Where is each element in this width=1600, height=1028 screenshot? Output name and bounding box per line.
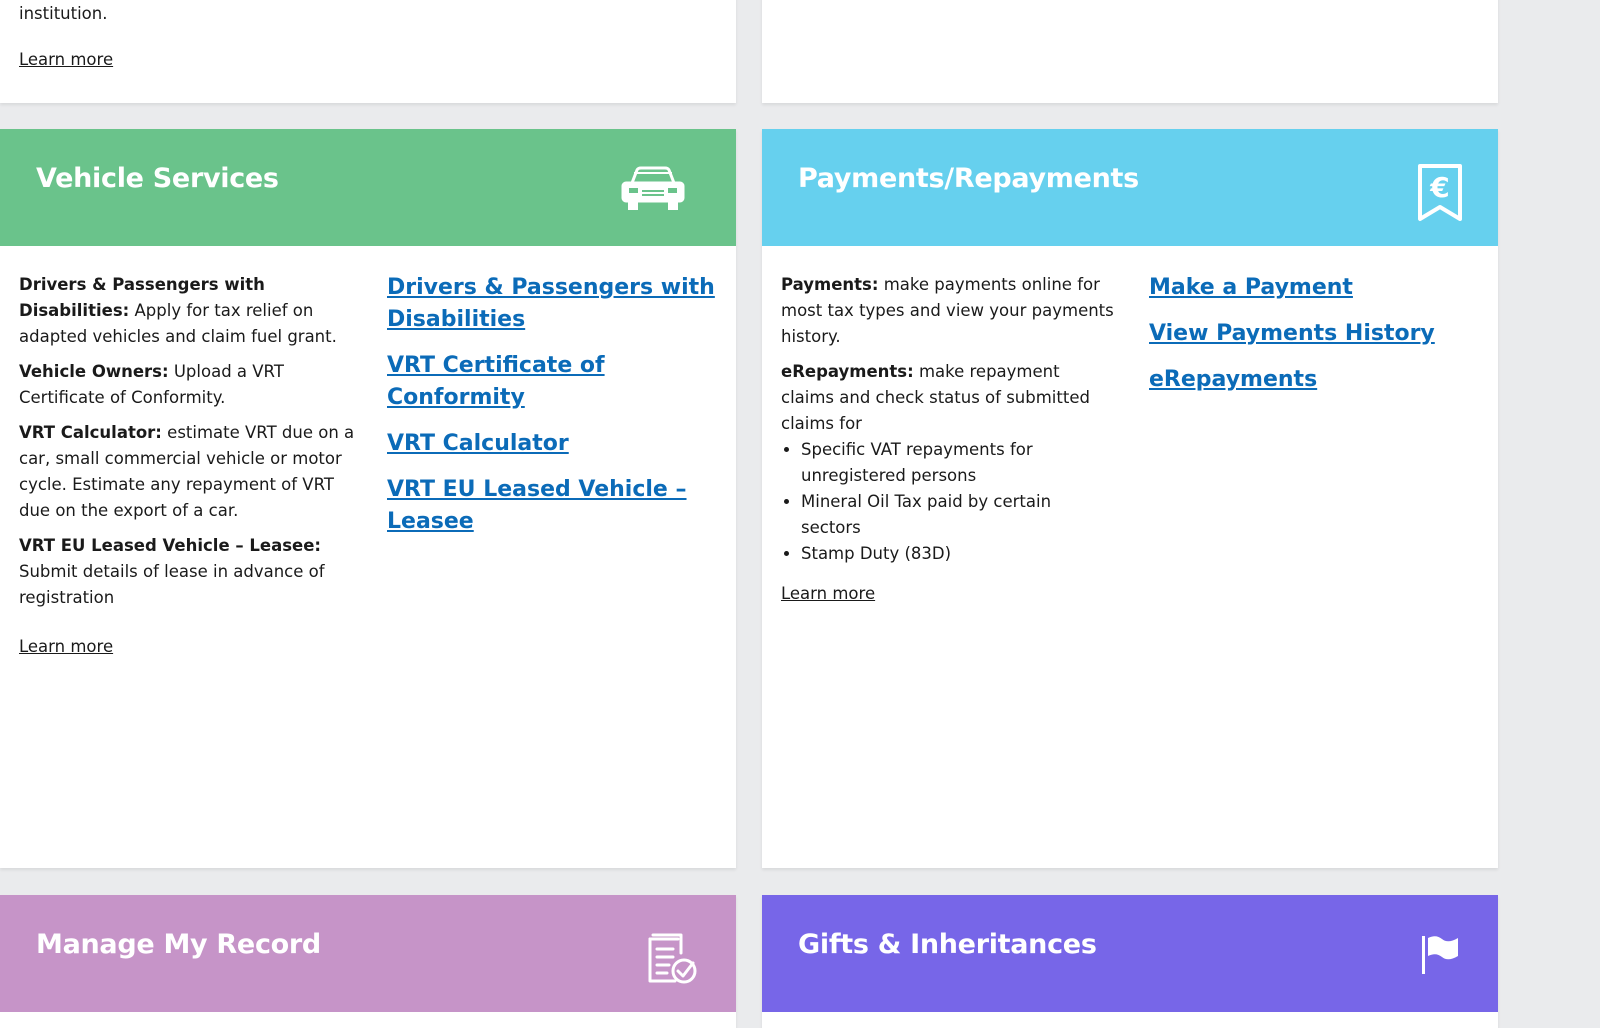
payments-repayments-links: Make a Payment View Payments History eRe… — [1149, 272, 1479, 410]
desc-item-label: Vehicle Owners: — [19, 362, 169, 381]
learn-more-link[interactable]: Learn more — [19, 634, 113, 660]
desc-item: Vehicle Owners: Upload a VRT Certificate… — [19, 359, 359, 411]
learn-more-link[interactable]: Learn more — [19, 47, 113, 73]
vehicle-services-header: Vehicle Services — [0, 129, 736, 246]
list-item: Stamp Duty (83D) — [801, 541, 1116, 567]
manage-my-record-card: Manage My Record — [0, 895, 736, 1028]
desc-item-label: VRT Calculator: — [19, 423, 162, 442]
document-check-icon — [646, 929, 698, 985]
manage-my-record-title: Manage My Record — [36, 929, 321, 960]
vehicle-services-title: Vehicle Services — [36, 163, 279, 194]
card-partial-desc: institution. Learn more — [19, 0, 359, 73]
desc-item: eRepayments: make repayment claims and c… — [781, 359, 1116, 437]
link-make-a-payment[interactable]: Make a Payment — [1149, 272, 1479, 304]
payments-repayments-header: Payments/Repayments € — [762, 129, 1498, 246]
desc-item-text: Submit details of lease in advance of re… — [19, 562, 325, 607]
vehicle-services-links: Drivers & Passengers with Disabilities V… — [387, 272, 717, 552]
list-item: Specific VAT repayments for unregistered… — [801, 437, 1116, 489]
card-partial-top-right — [762, 0, 1498, 103]
link-drivers-passengers-disabilities[interactable]: Drivers & Passengers with Disabilities — [387, 272, 717, 336]
desc-item-label: Payments: — [781, 275, 879, 294]
vehicle-services-description: Drivers & Passengers with Disabilities: … — [19, 272, 359, 660]
trailing-text: institution. — [19, 4, 108, 23]
link-vrt-calculator[interactable]: VRT Calculator — [387, 428, 717, 460]
payments-repayments-description: Payments: make payments online for most … — [781, 272, 1116, 607]
gifts-inheritances-header: Gifts & Inheritances — [762, 895, 1498, 1012]
link-vrt-eu-leased-vehicle[interactable]: VRT EU Leased Vehicle – Leasee — [387, 474, 717, 538]
flag-icon — [1418, 933, 1462, 977]
payments-repayments-card: Payments/Repayments € Payments: make pay… — [762, 129, 1498, 868]
vehicle-services-card: Vehicle Services Drivers & Passengers wi… — [0, 129, 736, 868]
link-view-payments-history[interactable]: View Payments History — [1149, 318, 1479, 350]
desc-item-label: VRT EU Leased Vehicle – Leasee: — [19, 536, 322, 555]
gifts-inheritances-title: Gifts & Inheritances — [798, 929, 1097, 960]
payments-repayments-title: Payments/Repayments — [798, 163, 1139, 194]
list-item: Mineral Oil Tax paid by certain sectors — [801, 489, 1116, 541]
desc-item: Payments: make payments online for most … — [781, 272, 1116, 350]
card-partial-top-left: institution. Learn more — [0, 0, 736, 103]
svg-text:€: € — [1429, 171, 1449, 204]
gifts-inheritances-card: Gifts & Inheritances — [762, 895, 1498, 1028]
desc-item: Drivers & Passengers with Disabilities: … — [19, 272, 359, 350]
manage-my-record-header: Manage My Record — [0, 895, 736, 1012]
learn-more-link[interactable]: Learn more — [781, 581, 875, 607]
link-vrt-certificate-conformity[interactable]: VRT Certificate of Conformity — [387, 350, 717, 414]
desc-item: VRT Calculator: estimate VRT due on a ca… — [19, 420, 359, 524]
desc-item: VRT EU Leased Vehicle – Leasee: Submit d… — [19, 533, 359, 611]
euro-receipt-icon: € — [1416, 163, 1464, 223]
car-icon — [620, 163, 686, 215]
link-erepayments[interactable]: eRepayments — [1149, 364, 1479, 396]
repayments-bullet-list: Specific VAT repayments for unregistered… — [801, 437, 1116, 567]
desc-item-label: eRepayments: — [781, 362, 914, 381]
